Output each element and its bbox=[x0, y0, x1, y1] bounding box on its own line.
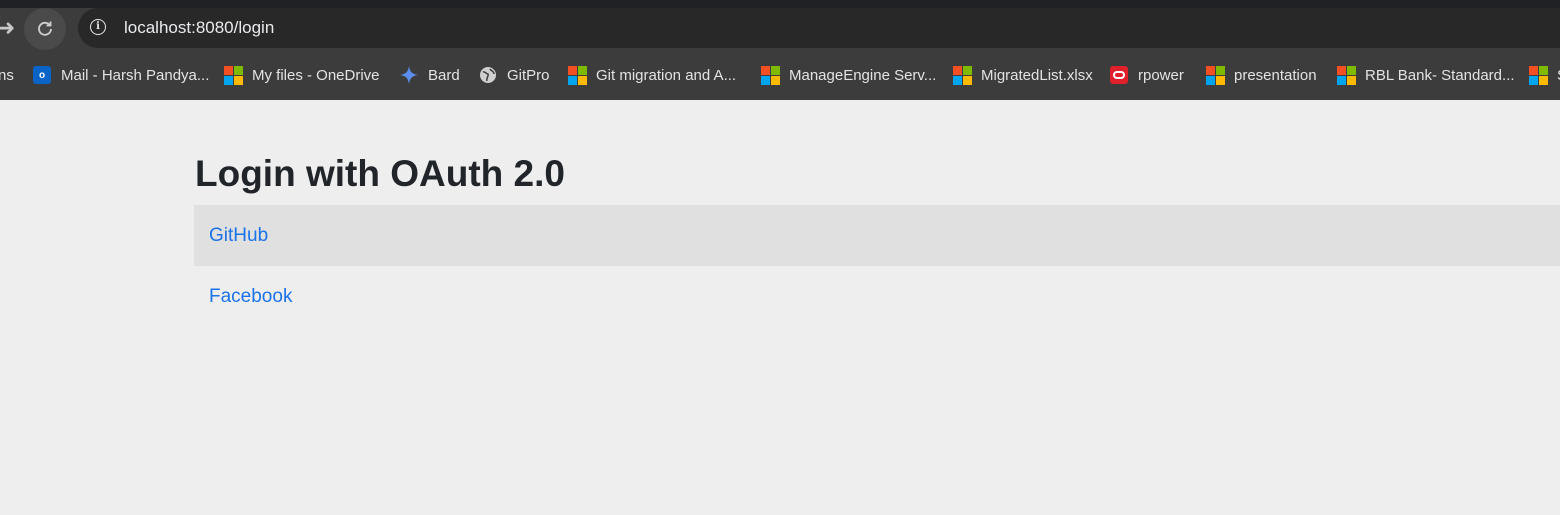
bookmark-label: presentation bbox=[1234, 66, 1317, 84]
arrow-right-icon: ➜ bbox=[0, 15, 16, 40]
bookmark-label: MigratedList.xlsx bbox=[981, 66, 1093, 84]
bookmark-item[interactable]: My files - OneDrive bbox=[224, 62, 380, 88]
microsoft-icon bbox=[1337, 66, 1356, 85]
facebook-login-link[interactable]: Facebook bbox=[209, 286, 292, 308]
address-bar[interactable]: i localhost:8080/login bbox=[78, 8, 1560, 48]
bookmark-item[interactable]: RBL Bank- Standard... bbox=[1337, 62, 1515, 88]
microsoft-icon bbox=[1206, 66, 1225, 85]
bookmark-item[interactable]: MigratedList.xlsx bbox=[953, 62, 1093, 88]
provider-row-facebook: Facebook bbox=[194, 266, 1560, 327]
bookmark-label: Git migration and A... bbox=[596, 66, 737, 84]
page-title: Login with OAuth 2.0 bbox=[195, 153, 565, 194]
bookmark-item[interactable]: ns bbox=[0, 62, 14, 88]
oracle-icon bbox=[1110, 66, 1128, 84]
browser-chrome: ➜ i localhost:8080/login ns o Mail - Har… bbox=[0, 0, 1560, 100]
microsoft-icon bbox=[224, 66, 243, 85]
bookmark-label: rpower bbox=[1138, 66, 1184, 84]
bookmark-label: My files - OneDrive bbox=[252, 66, 380, 84]
tab-strip bbox=[0, 0, 1560, 8]
outlook-icon: o bbox=[33, 66, 51, 84]
microsoft-icon bbox=[568, 66, 587, 85]
url-text[interactable]: localhost:8080/login bbox=[124, 18, 274, 38]
microsoft-icon bbox=[761, 66, 780, 85]
bookmark-item[interactable]: Git migration and A... bbox=[568, 62, 736, 88]
bookmark-item[interactable]: Bard bbox=[400, 62, 460, 88]
microsoft-icon bbox=[953, 66, 972, 85]
bard-sparkle-icon bbox=[400, 66, 418, 84]
bookmark-label: ManageEngine Serv... bbox=[789, 66, 937, 84]
microsoft-icon bbox=[1529, 66, 1548, 85]
bookmark-item[interactable]: o Mail - Harsh Pandya... bbox=[33, 62, 209, 88]
bookmark-item[interactable]: S bbox=[1529, 62, 1560, 88]
bookmark-label: ns bbox=[0, 66, 14, 84]
provider-row-github: GitHub bbox=[194, 205, 1560, 266]
forward-button[interactable]: ➜ bbox=[0, 8, 26, 48]
github-login-link[interactable]: GitHub bbox=[209, 225, 268, 247]
bookmark-label: Bard bbox=[428, 66, 460, 84]
site-info-icon[interactable]: i bbox=[90, 19, 106, 35]
reload-button[interactable] bbox=[24, 8, 66, 50]
bookmarks-bar: ns o Mail - Harsh Pandya... My files - O… bbox=[0, 62, 1560, 88]
bookmark-item[interactable]: ManageEngine Serv... bbox=[761, 62, 936, 88]
bookmark-item[interactable]: rpower bbox=[1110, 62, 1184, 88]
login-page: Login with OAuth 2.0 GitHub Facebook bbox=[194, 146, 1560, 327]
reload-icon bbox=[38, 21, 52, 36]
bookmark-item[interactable]: presentation bbox=[1206, 62, 1317, 88]
bookmark-label: GitPro bbox=[507, 66, 550, 84]
bookmark-label: Mail - Harsh Pandya... bbox=[61, 66, 210, 84]
globe-icon bbox=[479, 66, 497, 84]
bookmark-label: RBL Bank- Standard... bbox=[1365, 66, 1515, 84]
provider-list: GitHub Facebook bbox=[194, 205, 1560, 327]
bookmark-item[interactable]: GitPro bbox=[479, 62, 550, 88]
